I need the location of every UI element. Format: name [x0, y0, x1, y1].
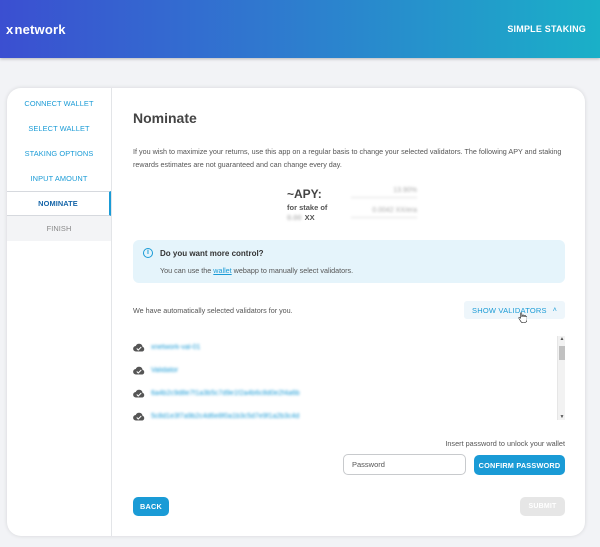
simple-staking-link[interactable]: SIMPLE STAKING [507, 24, 586, 34]
back-button[interactable]: BACK [133, 497, 169, 516]
cloud-check-icon [133, 412, 145, 421]
validator-name[interactable]: 5c8d1e3f7a9b2c4d6e8f0a1b3c5d7e9f1a2b3c4d [151, 413, 299, 420]
scroll-thumb[interactable] [559, 346, 565, 360]
logo-x-icon: x [6, 21, 14, 37]
stake-amount-line: 0.00 XX [287, 213, 327, 223]
step-finish: FINISH [7, 216, 111, 241]
info-text-before: You can use the [160, 266, 214, 275]
staking-card: CONNECT WALLET SELECT WALLET STAKING OPT… [7, 88, 585, 536]
step-label: INPUT AMOUNT [30, 174, 88, 183]
password-input[interactable] [343, 454, 466, 475]
stake-amount: 0.00 [287, 213, 302, 222]
validator-name[interactable]: xnetwork-val-01 [151, 344, 200, 351]
steps-sidebar: CONNECT WALLET SELECT WALLET STAKING OPT… [7, 88, 112, 536]
hand-cursor-icon [518, 312, 527, 323]
top-bar: x network SIMPLE STAKING [0, 0, 600, 58]
scroll-down-arrow-icon[interactable]: ▼ [558, 414, 566, 420]
apy-value: 13.90% [351, 187, 417, 198]
step-staking-options[interactable]: STAKING OPTIONS [7, 141, 111, 166]
list-item: 5c8d1e3f7a9b2c4d6e8f0a1b3c5d7e9f1a2b3c4d [133, 405, 565, 428]
cloud-check-icon [133, 343, 145, 352]
step-select-wallet[interactable]: SELECT WALLET [7, 116, 111, 141]
info-title: Do you want more control? [160, 249, 264, 258]
list-item: 6a4b2c9d8e7f1a3b5c7d9e1f2a4b6c8d0e2f4a6b [133, 382, 565, 405]
confirm-password-button[interactable]: CONFIRM PASSWORD [474, 455, 565, 475]
intro-text: If you wish to maximize your returns, us… [133, 147, 562, 169]
info-circle-icon: i [143, 248, 153, 258]
info-banner: i Do you want more control? You can use … [133, 240, 565, 283]
step-label: NOMINATE [38, 199, 78, 208]
step-label: FINISH [46, 224, 72, 233]
nominate-content: Nominate If you wish to maximize your re… [133, 88, 565, 536]
list-item: Validator [133, 359, 565, 382]
stake-unit: XX [304, 213, 315, 222]
apy-summary: ~APY: for stake of 0.00 XX 13.90% 0.0042 … [287, 187, 417, 227]
validator-name[interactable]: 6a4b2c9d8e7f1a3b5c7d9e1f2a4b6c8d0e2f4a6b [151, 390, 300, 397]
wallet-link[interactable]: wallet [213, 266, 231, 275]
apy-label: ~APY: [287, 187, 322, 201]
page-title: Nominate [133, 110, 197, 126]
info-text-after: webapp to manually select validators. [231, 266, 354, 275]
step-connect-wallet[interactable]: CONNECT WALLET [7, 91, 111, 116]
logo[interactable]: x network [6, 22, 66, 37]
rewards-value: 0.0042 XX/era [351, 207, 417, 218]
validator-name[interactable]: Validator [151, 367, 178, 374]
step-input-amount[interactable]: INPUT AMOUNT [7, 166, 111, 191]
scroll-up-arrow-icon[interactable]: ▲ [558, 336, 566, 342]
stake-prefix: for stake of [287, 203, 328, 212]
logo-text: network [14, 21, 66, 37]
show-validators-label: SHOW VALIDATORS [472, 305, 547, 315]
chevron-up-icon: ˄ [552, 306, 557, 314]
submit-button[interactable]: SUBMIT [520, 497, 565, 516]
cloud-check-icon [133, 389, 145, 398]
list-item: xnetwork-val-01 [133, 336, 565, 359]
auto-selected-text: We have automatically selected validator… [133, 306, 293, 315]
show-validators-button[interactable]: SHOW VALIDATORS ˄ [464, 301, 565, 319]
validator-list[interactable]: xnetwork-val-01 Validator 6a4b2c9d8e7f1a… [133, 336, 565, 421]
step-label: CONNECT WALLET [24, 99, 94, 108]
step-label: SELECT WALLET [28, 124, 90, 133]
step-nominate[interactable]: NOMINATE [7, 191, 111, 216]
step-label: STAKING OPTIONS [24, 149, 94, 158]
cloud-check-icon [133, 366, 145, 375]
info-text: You can use the wallet webapp to manuall… [160, 266, 353, 275]
validator-scrollbar[interactable]: ▲ ▼ [557, 336, 565, 420]
stake-label: for stake of 0.00 XX [287, 203, 327, 223]
password-prompt: Insert password to unlock your wallet [445, 439, 565, 448]
